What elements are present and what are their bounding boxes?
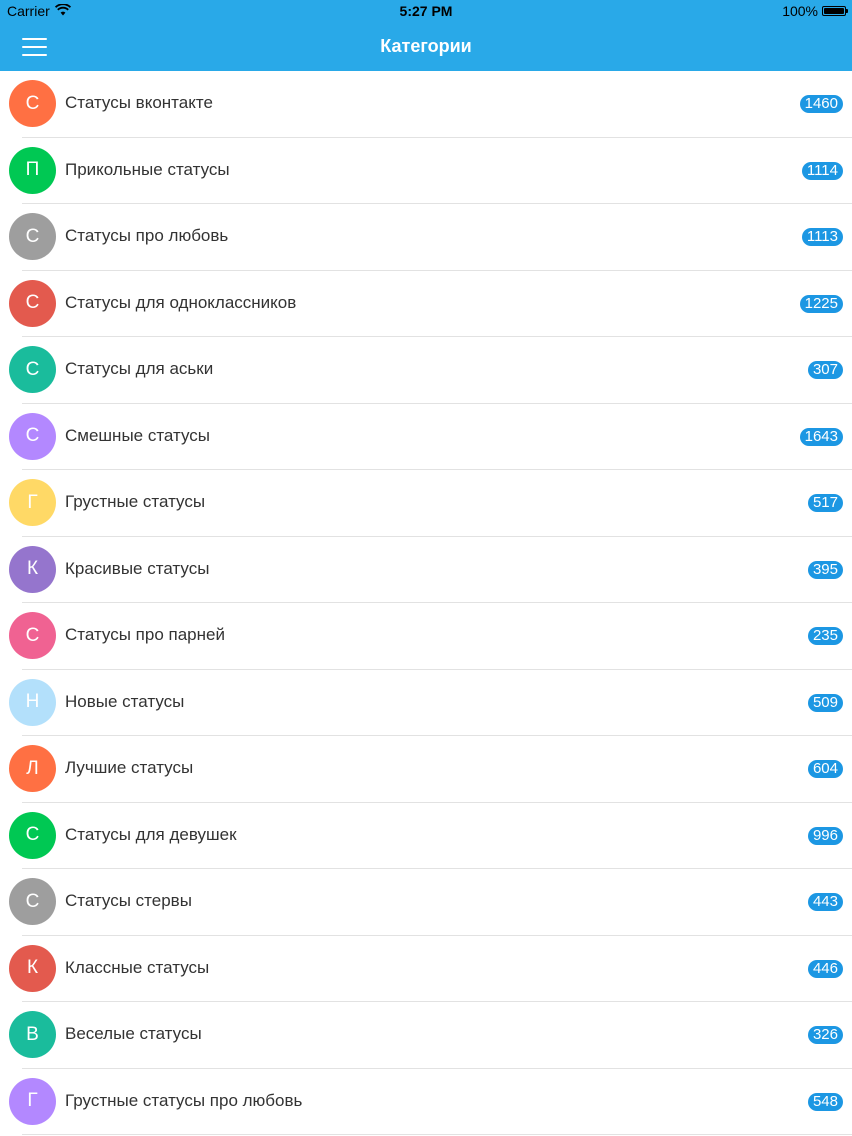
avatar: Г (9, 1077, 56, 1125)
avatar: С (9, 279, 56, 327)
clock: 5:27 PM (399, 3, 453, 19)
count-badge: 1113 (801, 228, 843, 246)
category-label: Грустные статусы (65, 492, 206, 511)
category-label: Статусы для девушек (65, 824, 237, 844)
count-badge: 1225 (799, 294, 843, 313)
list-item[interactable]: С Статусы для одноклассников 1225 (0, 271, 852, 338)
category-label: Статусы для одноклассников (65, 292, 297, 312)
avatar: К (9, 944, 56, 992)
category-label: Смешные статусы (65, 425, 211, 445)
category-label: Лучшие статусы (65, 758, 194, 777)
battery-percent: 100% (782, 3, 818, 19)
category-label: Грустные статусы про любовь (65, 1090, 303, 1110)
count-badge: 604 (807, 760, 843, 778)
list-item[interactable]: К Красивые статусы 395 (0, 537, 852, 604)
category-label: Статусы про любовь (65, 226, 229, 245)
avatar: С (9, 80, 56, 127)
count-badge: 307 (807, 361, 843, 379)
category-label: Веселые статусы (65, 1024, 202, 1043)
page-title: Категории (380, 36, 472, 56)
category-label: Статусы вконтакте (65, 93, 213, 112)
category-label: Классные статусы (65, 957, 210, 977)
count-badge: 1460 (799, 95, 843, 113)
count-badge: 1114 (801, 161, 843, 180)
list-item[interactable]: С Статусы для девушек 996 (0, 803, 852, 870)
category-label: Прикольные статусы (65, 159, 230, 179)
count-badge: 517 (807, 494, 843, 512)
list-item[interactable]: С Статусы для аськи 307 (0, 337, 852, 404)
avatar: К (9, 545, 56, 593)
count-badge: 996 (807, 826, 843, 845)
avatar: Л (9, 745, 56, 792)
count-badge: 443 (807, 893, 843, 911)
list-item[interactable]: К Классные статусы 446 (0, 936, 852, 1003)
list-item[interactable]: С Статусы вконтакте 1460 (0, 71, 852, 138)
avatar: С (9, 811, 56, 859)
avatar: П (9, 146, 56, 194)
count-badge: 395 (807, 560, 843, 579)
avatar: Г (9, 479, 56, 526)
list-item[interactable]: Г Грустные статусы 517 (0, 470, 852, 537)
navigation-bar: Категории (0, 22, 852, 71)
list-item[interactable]: С Статусы про парней 235 (0, 603, 852, 670)
count-badge: 326 (807, 1026, 843, 1044)
count-badge: 548 (807, 1092, 843, 1111)
category-label: Красивые статусы (65, 558, 210, 578)
category-list: С Статусы вконтакте 1460 П Прикольные статус… (0, 71, 852, 1135)
count-badge: 446 (807, 959, 843, 978)
list-item[interactable]: В Веселые статусы 326 (0, 1002, 852, 1069)
status-bar: Carrier 5:27 PM 100% (0, 0, 852, 22)
count-badge: 235 (807, 627, 843, 645)
avatar: В (9, 1011, 56, 1058)
avatar: С (9, 346, 56, 393)
list-item[interactable]: С Статусы про любовь 1113 (0, 204, 852, 271)
category-label: Новые статусы (65, 691, 185, 711)
battery-icon (822, 6, 848, 16)
list-item[interactable]: С Статусы стервы 443 (0, 869, 852, 936)
avatar: Н (9, 678, 56, 726)
category-label: Статусы для аськи (65, 359, 214, 378)
list-item[interactable]: С Смешные статусы 1643 (0, 404, 852, 471)
category-label: Статусы стервы (65, 891, 192, 910)
category-label: Статусы про парней (65, 625, 225, 644)
battery-group: 100% (782, 3, 848, 19)
avatar: С (9, 213, 56, 260)
avatar: С (9, 612, 56, 659)
list-item[interactable]: Г Грустные статусы про любовь 548 (0, 1069, 852, 1136)
list-item[interactable]: Л Лучшие статусы 604 (0, 736, 852, 803)
avatar: С (9, 412, 56, 460)
list-item[interactable]: П Прикольные статусы 1114 (0, 138, 852, 205)
avatar: С (9, 878, 56, 925)
list-item[interactable]: Н Новые статусы 509 (0, 670, 852, 737)
count-badge: 1643 (799, 427, 843, 446)
count-badge: 509 (807, 693, 843, 712)
